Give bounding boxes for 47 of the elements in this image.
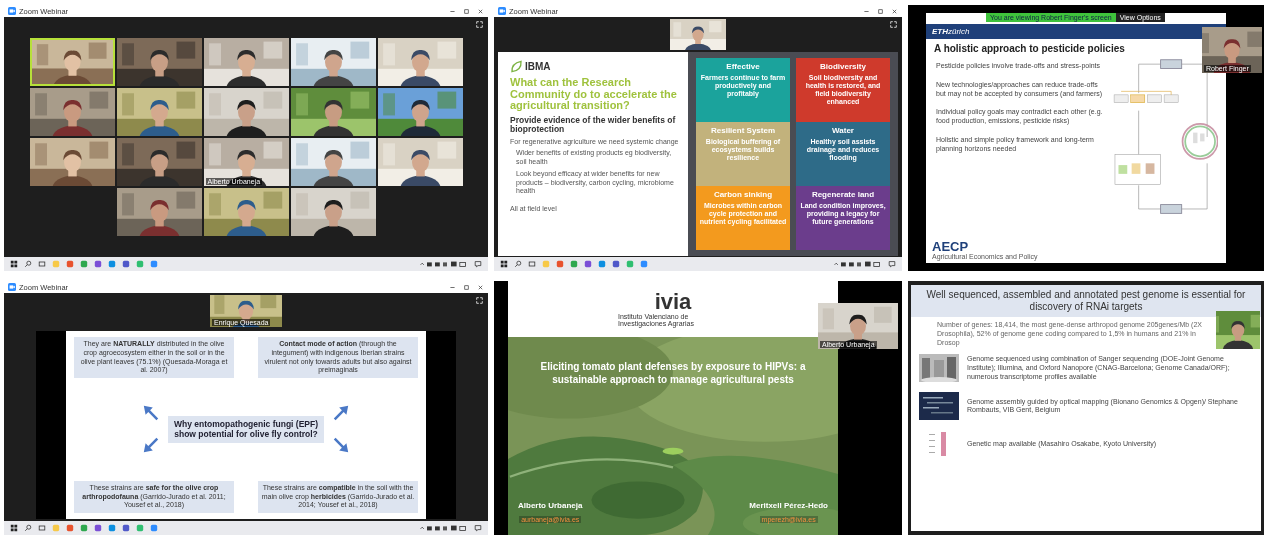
slide-title: Eliciting tomato plant defenses by exposure to HIPVs: a sustainable approach to manage agricultural pests: [539, 361, 807, 386]
maximize-icon[interactable]: [877, 7, 884, 15]
tray-icons-drawing: [832, 260, 882, 268]
arrow-icon: [142, 404, 160, 423]
maximize-icon[interactable]: [463, 7, 470, 15]
logo: IBMA: [525, 61, 551, 72]
arrow-icon: [332, 436, 350, 455]
author-name: Meritxell Pérez-Hedo: [749, 501, 828, 510]
notification-icon[interactable]: [474, 524, 482, 532]
start-icon[interactable]: [500, 260, 508, 268]
slide-title: What can the Research Community do to accelerate the agricultural transition?: [510, 77, 678, 112]
tray-icons-drawing: [418, 260, 468, 268]
search-icon[interactable]: [514, 260, 522, 268]
fullscreen-icon[interactable]: [476, 21, 483, 28]
notification-icon[interactable]: [474, 260, 482, 268]
logo: ivia: [654, 291, 692, 313]
fullscreen-icon[interactable]: [476, 297, 483, 304]
slide-subtitle: Provide evidence of the wider benefits of bioprotection: [510, 115, 677, 135]
logo: ETHzürich: [932, 27, 970, 36]
close-icon[interactable]: [477, 283, 484, 291]
task-view-icon[interactable]: [528, 260, 536, 268]
arrow-icon: [332, 404, 350, 423]
question-box: Why entomopathogenic fungi (EPF) show potential for olive fly control?: [168, 415, 324, 443]
fullscreen-icon[interactable]: [890, 21, 897, 28]
leaf-icon: [510, 60, 523, 73]
card-title: Water: [832, 126, 854, 135]
card-title: Regenerate land: [811, 190, 875, 199]
search-icon[interactable]: [24, 524, 32, 532]
start-icon[interactable]: [10, 260, 18, 268]
search-icon[interactable]: [24, 260, 32, 268]
start-icon[interactable]: [10, 524, 18, 532]
notification-icon[interactable]: [888, 260, 896, 268]
slide-title: A holistic approach to pesticide policies: [933, 42, 1126, 56]
card-title: Effective: [726, 62, 760, 71]
card-title: Biodiversity: [820, 62, 866, 71]
maximize-icon[interactable]: [463, 283, 470, 291]
logo: AECP: [932, 240, 970, 253]
task-view-icon[interactable]: [38, 524, 46, 532]
arrow-icon: [142, 436, 160, 455]
card-title: Resilient System: [711, 126, 775, 135]
card-title: Carbon sinking: [713, 190, 773, 199]
tray-icons-drawing: [418, 524, 468, 532]
close-icon[interactable]: [477, 7, 484, 15]
slide-title: Well sequenced, assembled and annotated pest genome is essential for discovery of RNAi targets: [911, 285, 1261, 317]
author-name: Alberto Urbaneja: [518, 501, 583, 510]
task-view-icon[interactable]: [38, 260, 46, 268]
close-icon[interactable]: [891, 7, 898, 15]
